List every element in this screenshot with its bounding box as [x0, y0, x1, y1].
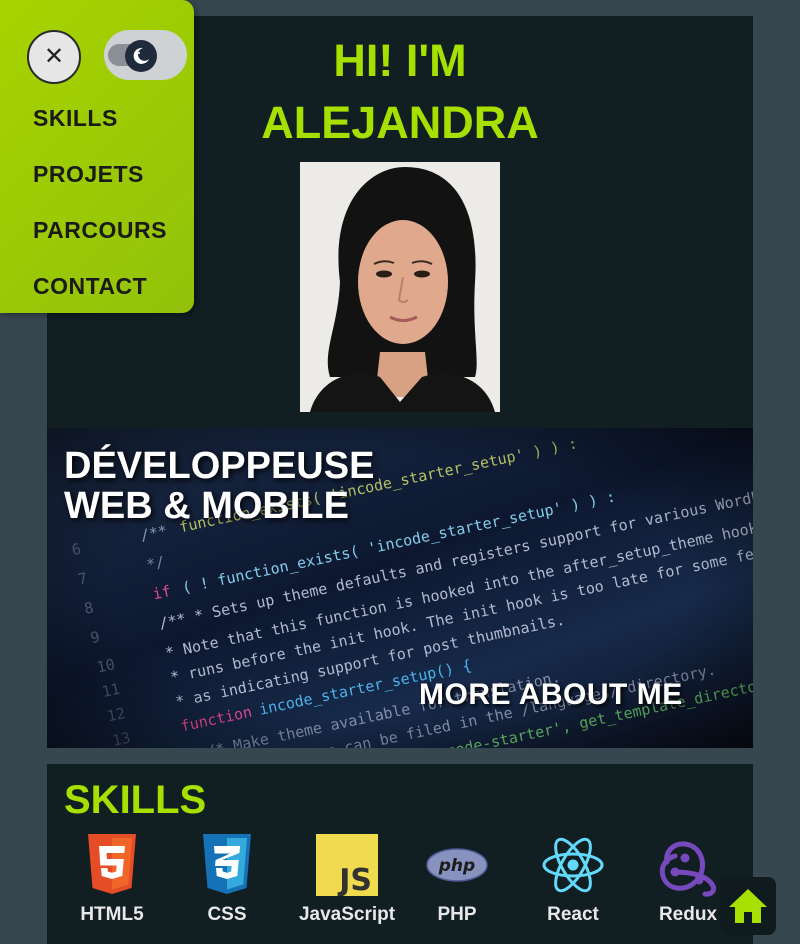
theme-toggle[interactable] [104, 30, 187, 80]
skill-react: React [513, 834, 633, 926]
moon-icon [133, 47, 149, 64]
banner-title-line2: WEB & MOBILE [64, 485, 349, 527]
banner-title: DÉVELOPPEUSE WEB & MOBILE [64, 446, 374, 526]
intro-banner: /** function_exists( 'incode_starter_set… [47, 428, 753, 748]
svg-text:php: php [438, 856, 475, 876]
menu-item-contact[interactable]: CONTACT [33, 273, 147, 300]
html5-icon [88, 834, 136, 894]
menu-item-projets[interactable]: PROJETS [33, 161, 144, 188]
profile-photo [300, 162, 500, 412]
home-icon [729, 889, 767, 923]
skill-label: PHP [437, 904, 477, 925]
redux-icon [659, 841, 716, 897]
banner-title-line1: DÉVELOPPEUSE [64, 445, 375, 487]
close-menu-button[interactable]: ✕ [27, 30, 81, 84]
skill-label: React [547, 904, 599, 925]
skill-css: CSS [167, 834, 287, 926]
skill-html5: HTML5 [52, 834, 172, 926]
skill-php: php PHP [397, 834, 517, 926]
more-about-me-button[interactable]: MORE ABOUT ME [419, 678, 683, 712]
home-button[interactable] [720, 877, 776, 935]
css3-icon [203, 834, 251, 894]
skill-label: HTML5 [80, 904, 144, 925]
page: HI! I'M ALEJANDRA DÉVELOPPEUSE WEB & MOB… [0, 0, 800, 944]
menu-item-parcours[interactable]: PARCOURS [33, 217, 167, 244]
skill-javascript: JS JavaScript [287, 834, 407, 926]
side-menu: ✕ SKILLS PROJETS PARCOURS CONTACT [0, 0, 194, 313]
php-icon: php [426, 848, 488, 882]
skills-section: SKILLS HTML5 CSS JS JavaScript php PHP R… [47, 764, 753, 944]
skill-label: JavaScript [298, 904, 396, 925]
toggle-knob [125, 40, 157, 72]
menu-item-skills[interactable]: SKILLS [33, 105, 118, 132]
javascript-icon: JS [316, 834, 378, 896]
react-icon [542, 837, 604, 893]
close-icon: ✕ [43, 43, 65, 70]
skills-title: SKILLS [64, 778, 207, 822]
skill-label: CSS [207, 904, 247, 925]
svg-text:JS: JS [337, 863, 372, 896]
